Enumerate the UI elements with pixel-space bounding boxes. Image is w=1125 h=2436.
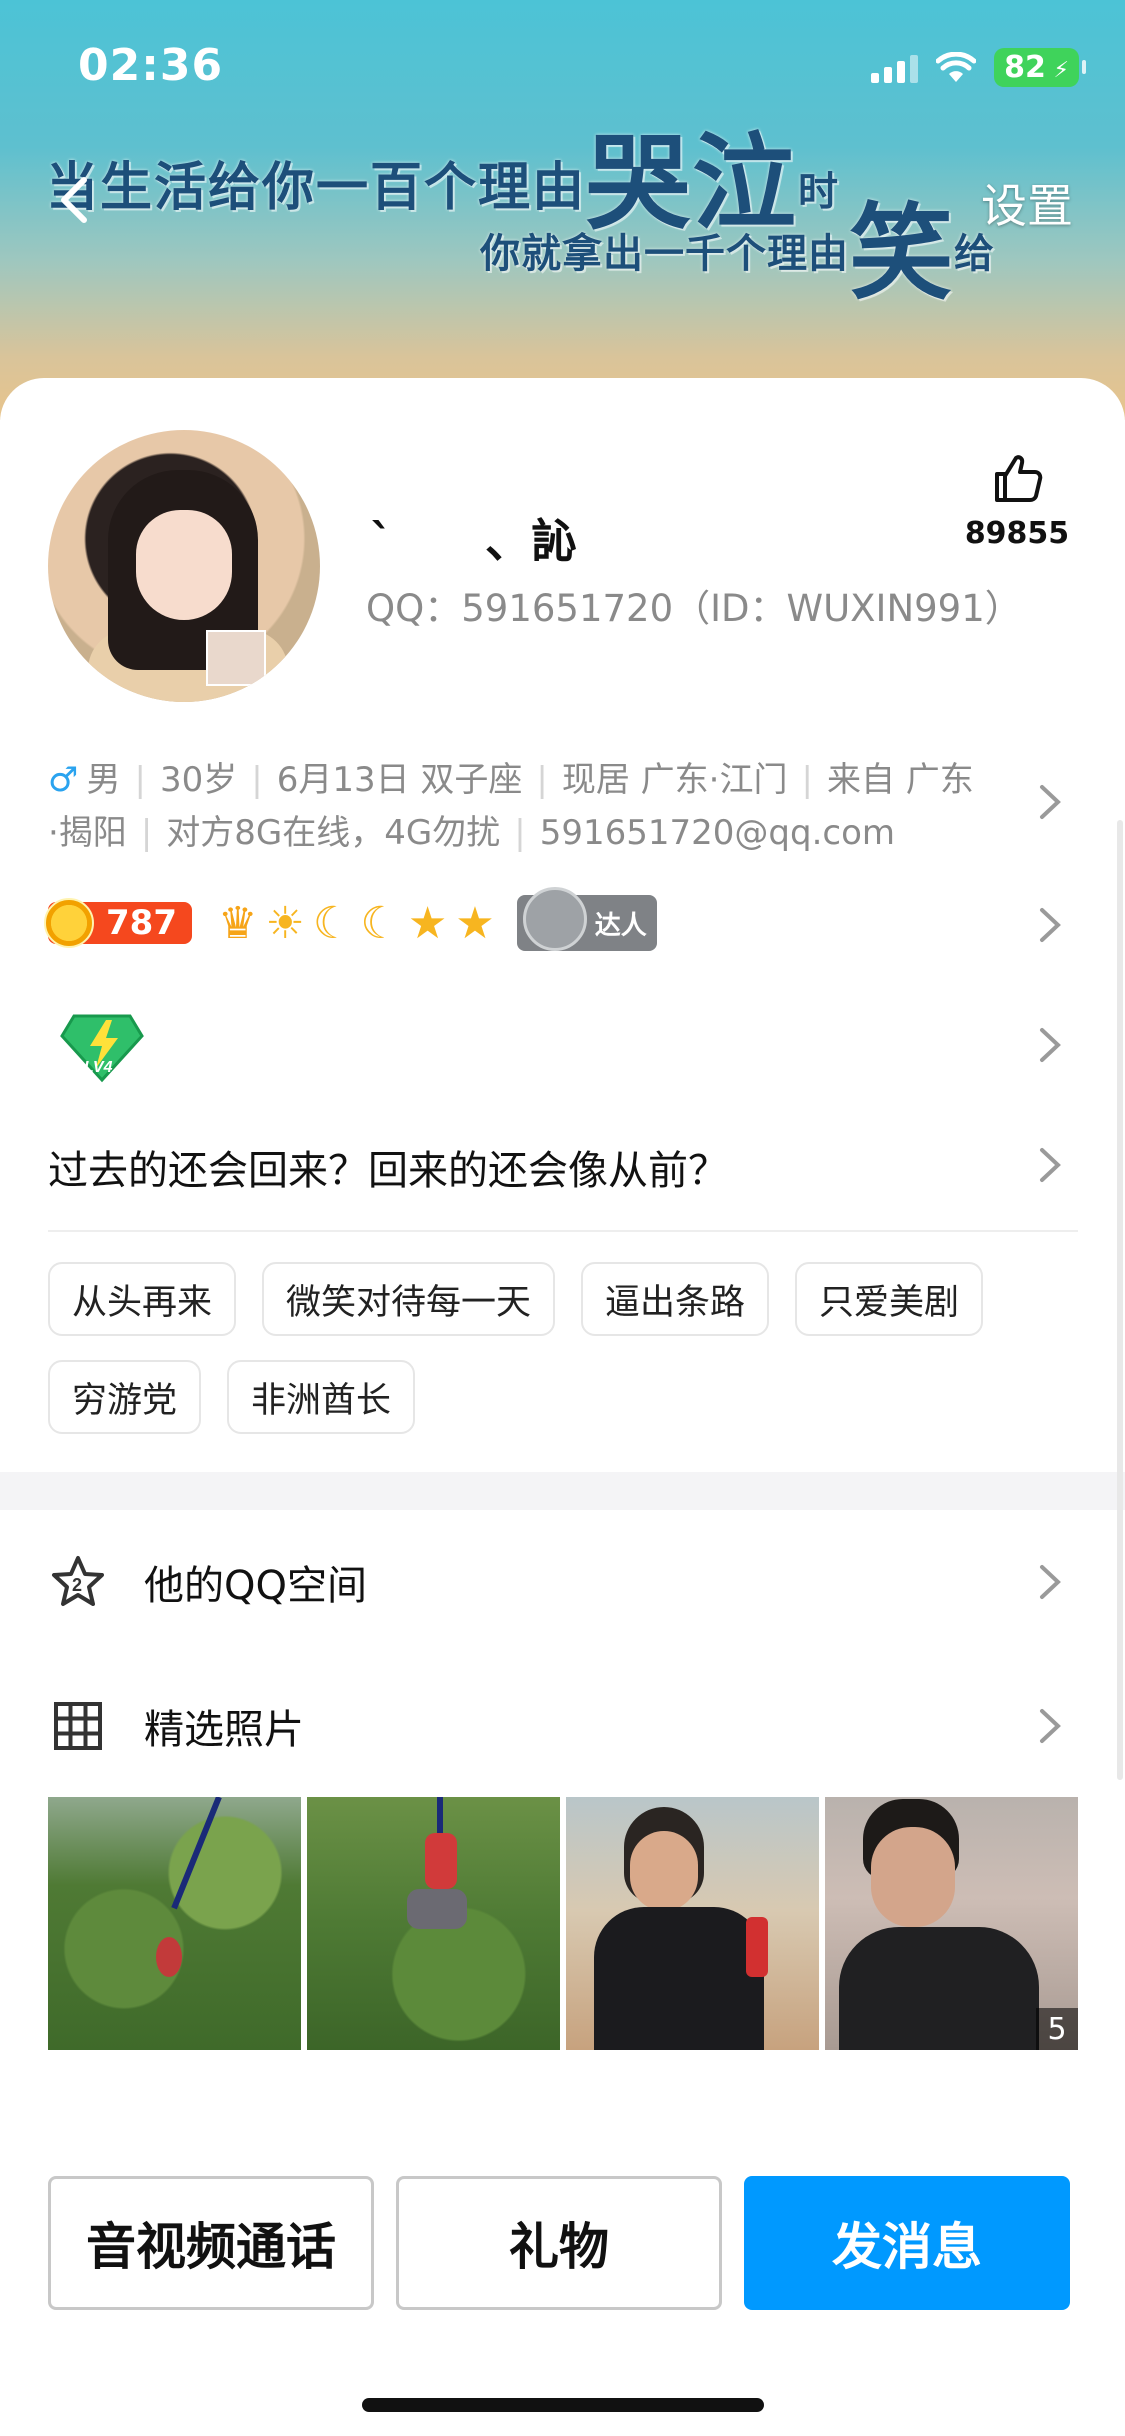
tag[interactable]: 微笑对待每一天 [262, 1262, 556, 1336]
angel-badge: 达人 [516, 887, 657, 951]
avatar[interactable] [48, 430, 320, 702]
chevron-right-icon[interactable] [1037, 1706, 1063, 1746]
status-icons: 82 ⚡ [871, 48, 1086, 87]
crown-icon: ♛ [218, 897, 258, 949]
wifi-icon [936, 51, 977, 82]
status-time: 02:36 [78, 40, 224, 91]
photo-thumbnail[interactable]: 5 [825, 1797, 1078, 2050]
profile-info-line1[interactable]: ♂ 男 | 30岁 | 6月13日 双子座 | 现居 广东·江门 | 来自 广东 [48, 752, 974, 801]
divider [48, 1230, 1078, 1232]
male-icon: ♂ [48, 760, 79, 800]
profile-info-line2[interactable]: ·揭阳 | 对方8G在线，4G勿扰 | 591651720@qq.com [48, 805, 895, 854]
signature[interactable]: 过去的还会回来？回来的还会像从前？ [48, 1138, 728, 1196]
gift-button[interactable]: 礼物 [396, 2176, 722, 2310]
qzone-row[interactable]: 2 他的QQ空间 [48, 1542, 1078, 1622]
level-row[interactable]: 787 ♛ ☀ ☾ ☾ ★ ★ 达人 [44, 887, 657, 951]
star-icon: ★ [455, 897, 495, 949]
chevron-right-icon[interactable] [1037, 905, 1063, 945]
photos-row[interactable]: 精选照片 [48, 1686, 1078, 1766]
chevron-right-icon[interactable] [1037, 782, 1063, 822]
home-indicator[interactable] [362, 2398, 764, 2412]
tag[interactable]: 非洲酋长 [227, 1360, 416, 1434]
grid-icon [54, 1702, 102, 1750]
tag[interactable]: 从头再来 [48, 1262, 237, 1336]
photo-thumbnail[interactable] [566, 1797, 819, 2050]
qzone-badge: 2 [72, 1575, 82, 1595]
thumbs-up-icon [995, 455, 1043, 502]
photo-thumbnail[interactable] [48, 1797, 301, 2050]
battery-level: 82 [1004, 50, 1046, 85]
star-icon: ★ [407, 897, 448, 949]
sun-icon: ☀ [265, 897, 305, 949]
back-icon[interactable] [46, 170, 106, 230]
vip-level-label: LV4 [84, 1059, 113, 1076]
qq-number: QQ：591651720（ID：WUXIN991） [366, 587, 1022, 630]
chevron-right-icon[interactable] [1037, 1025, 1063, 1065]
send-message-button[interactable]: 发消息 [744, 2176, 1070, 2310]
tag[interactable]: 只爱美剧 [795, 1262, 984, 1336]
nickname: ` 、訫 [370, 514, 577, 568]
settings-button[interactable]: 设置 [981, 170, 1073, 236]
moon-icon: ☾ [360, 897, 400, 949]
cover-text-line2: 你就拿出一千个理由笑给 [480, 192, 996, 314]
moon-icon: ☾ [312, 897, 353, 949]
tag[interactable]: 穷游党 [48, 1360, 202, 1434]
level-icons: ♛ ☀ ☾ ☾ ★ ★ [218, 898, 495, 949]
svip-diamond-icon[interactable]: LV4 [60, 1010, 144, 1084]
section-separator [0, 1472, 1125, 1510]
like-button[interactable]: 89855 [947, 450, 1087, 551]
chevron-right-icon[interactable] [1037, 1145, 1063, 1185]
like-count: 89855 [964, 516, 1070, 551]
cellular-signal-icon [871, 53, 919, 83]
qq-level-badge: 787 [44, 898, 192, 948]
angel-wing-icon [522, 887, 587, 951]
photo-thumbnail[interactable] [307, 1797, 560, 2050]
qzone-label: 他的QQ空间 [144, 1563, 367, 1609]
video-call-button[interactable]: 音视频通话 [48, 2176, 374, 2310]
photo-count-badge: 5 [1036, 2008, 1078, 2050]
photo-strip: 5 [48, 1797, 1078, 2050]
tag-list: 从头再来 微笑对待每一天 逼出条路 只爱美剧 穷游党 非洲酋长 [48, 1262, 1078, 1434]
tag[interactable]: 逼出条路 [581, 1262, 770, 1336]
battery-icon: 82 ⚡ [994, 48, 1086, 87]
scrollbar[interactable] [1117, 820, 1123, 1780]
qzone-star-icon: 2 [52, 1556, 104, 1606]
level-coin-icon [44, 898, 94, 948]
photos-label: 精选照片 [144, 1707, 304, 1753]
chevron-right-icon[interactable] [1037, 1562, 1063, 1602]
